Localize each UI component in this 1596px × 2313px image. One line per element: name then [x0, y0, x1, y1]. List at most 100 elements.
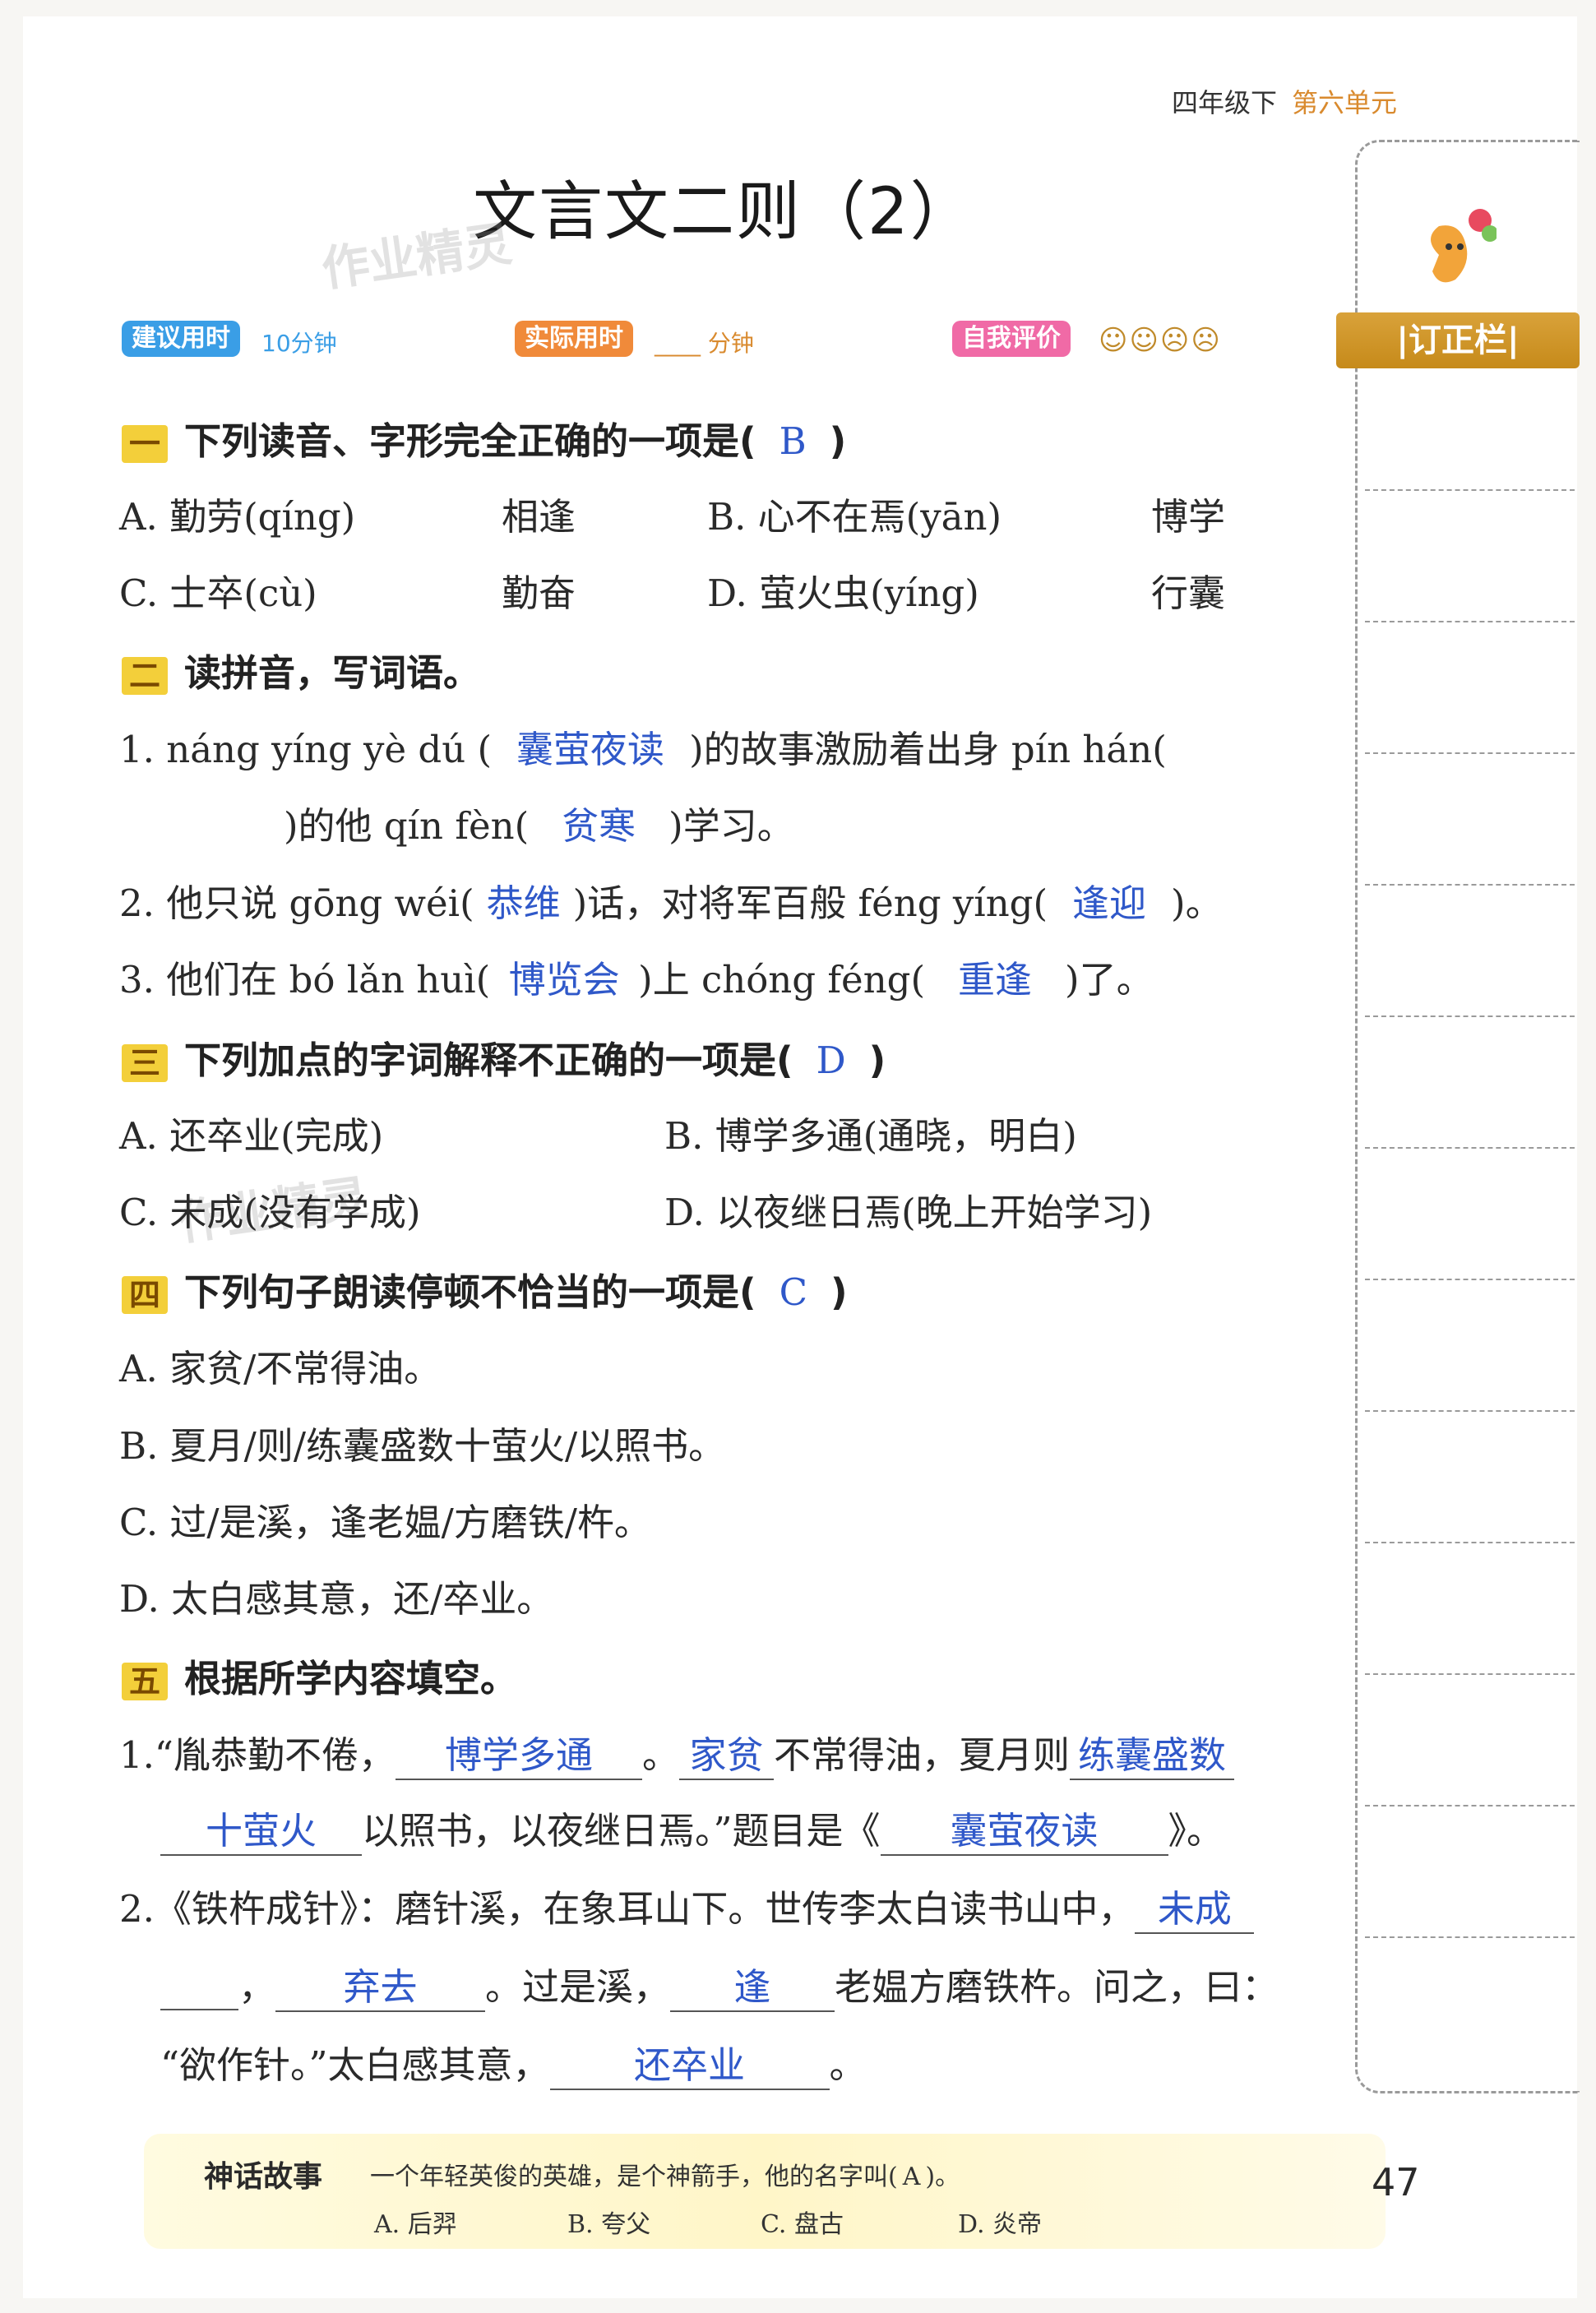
- text: 老媪方磨铁杵。问之，曰：: [835, 1965, 1279, 2009]
- correction-label: |订正栏|: [1336, 312, 1580, 368]
- divider: [1365, 1279, 1575, 1280]
- text: 1.“胤恭勤不倦，: [119, 1733, 396, 1777]
- divider: [1365, 1542, 1575, 1543]
- section-4-heading: 四下列句子朗读停顿不恰当的一项是(C): [122, 1262, 848, 1316]
- answer: 重逢: [958, 958, 1033, 1002]
- text: )了。: [1065, 958, 1154, 1002]
- answer: 恭维: [486, 881, 561, 925]
- text: )上 chóng féng(: [638, 958, 926, 1002]
- question-line: )的他 qín fèn(贫寒)学习。: [284, 796, 794, 849]
- text: 1. náng yíng yè dú (: [119, 728, 493, 771]
- text: ，: [238, 1965, 276, 2009]
- answer-blank[interactable]: 还卒业: [549, 2035, 830, 2090]
- text: )学习。: [668, 804, 794, 848]
- option-b: B. 心不在焉(yān): [707, 495, 1002, 539]
- answer-blank[interactable]: 家贫: [678, 1725, 774, 1780]
- unit-label: 第六单元: [1292, 87, 1398, 118]
- section-title: 下列句子朗读停顿不恰当的一项是(: [184, 1270, 756, 1314]
- header: 四年级下 第六单元: [1172, 82, 1397, 120]
- text: “欲作针。”太白感其意，: [160, 2043, 550, 2087]
- text: 不常得油，夏月则: [773, 1733, 1070, 1777]
- grade-label: 四年级下: [1172, 87, 1278, 118]
- answer: D: [816, 1039, 846, 1082]
- fill-line: 十萤火 以照书，以夜继日焉。”题目是《 囊萤夜读 》。: [160, 1801, 1224, 1856]
- option-d: D. 以夜继日焉(晚上开始学习): [664, 1191, 1153, 1234]
- face-icons: ☺☺☹☹: [1099, 324, 1222, 357]
- text: )。: [925, 2163, 960, 2191]
- answer-blank[interactable]: 博学多通: [395, 1725, 642, 1780]
- text: )。: [1171, 881, 1223, 925]
- page: 四年级下 第六单元 文言文二则（2） 作业精灵 作业精灵 建议用时 10分钟 实际…: [0, 0, 1596, 2313]
- answer-blank[interactable]: 弃去: [275, 1957, 486, 2012]
- footer-question: 一个年轻英俊的英雄，是个神箭手，他的名字叫(A)。: [370, 2156, 960, 2192]
- answer-blank[interactable]: 练囊盛数: [1069, 1725, 1234, 1780]
- footer-title: 神话故事: [204, 2160, 323, 2194]
- option-b: B. 夏月/则/练囊盛数十萤火/以照书。: [119, 1424, 726, 1468]
- question-line: 2. 他只说 gōng wéi( 恭维)话，对将军百般 féng yíng( 逢迎)…: [119, 873, 1223, 927]
- text: )的他 qín fèn(: [284, 804, 530, 848]
- text: 。: [641, 1733, 679, 1777]
- section-3-heading: 三下列加点的字词解释不正确的一项是(D): [122, 1030, 886, 1084]
- answer: 囊萤夜读: [516, 728, 665, 771]
- divider: [1365, 621, 1575, 622]
- text: 一个年轻英俊的英雄，是个神箭手，他的名字叫(: [370, 2163, 898, 2191]
- section-title: 根据所学内容填空。: [184, 1657, 518, 1700]
- divider: [1365, 1805, 1575, 1806]
- section-title: 下列加点的字词解释不正确的一项是(: [184, 1039, 793, 1082]
- text: )话，对将军百般 féng yíng(: [572, 881, 1048, 925]
- page-number: 47: [1372, 2160, 1420, 2204]
- answer: 博览会: [508, 958, 620, 1002]
- actual-time-value: ____ 分钟: [655, 330, 754, 357]
- time-bar: 建议用时 10分钟 实际用时 ____ 分钟 自我评价 ☺☺☹☹: [122, 321, 1256, 362]
- option-d: D. 太白感其意，还/卒业。: [119, 1577, 554, 1621]
- option-c: C. 未成(没有学成): [119, 1191, 421, 1234]
- page-title: 文言文二则（2）: [473, 175, 976, 249]
- text: )的故事激励着出身 pín hán(: [689, 728, 1167, 771]
- option-d: D. 萤火虫(yíng): [707, 571, 979, 615]
- section-title: 读拼音，写词语。: [184, 651, 481, 695]
- divider: [1365, 1673, 1575, 1675]
- option-a-word: 相逢: [502, 495, 576, 539]
- option-a: A. 家贫/不常得油。: [119, 1347, 442, 1390]
- paren: ): [830, 1270, 848, 1314]
- self-eval-label: 自我评价: [952, 321, 1071, 357]
- option-a: A. 还卒业(完成): [119, 1114, 384, 1158]
- divider: [1365, 1015, 1575, 1017]
- question-line: 1. náng yíng yè dú ( 囊萤夜读 )的故事激励着出身 pín há…: [119, 719, 1167, 773]
- footer-option-d: D. 炎帝: [958, 2210, 1043, 2239]
- divider: [1365, 752, 1575, 754]
- option-b: B. 博学多通(通晓，明白): [664, 1114, 1077, 1158]
- divider: [1365, 1147, 1575, 1149]
- answer-blank[interactable]: [160, 1965, 238, 2010]
- suggest-time-label: 建议用时: [122, 321, 240, 357]
- option-d-word: 行囊: [1151, 571, 1226, 615]
- footer-option-b: B. 夸父: [567, 2210, 651, 2239]
- squirrel-mascot-icon: [1431, 209, 1497, 283]
- answer-blank[interactable]: 囊萤夜读: [880, 1801, 1168, 1856]
- suggest-time-value: 10分钟: [261, 330, 337, 357]
- correction-column: [1355, 140, 1580, 2093]
- section-number: 三: [122, 1044, 168, 1082]
- section-2-heading: 二读拼音，写词语。: [122, 643, 480, 696]
- section-5-heading: 五根据所学内容填空。: [122, 1649, 517, 1702]
- option-c-word: 勤奋: [502, 571, 576, 615]
- option-c: C. 过/是溪，逢老媪/方磨铁/杵。: [119, 1501, 651, 1544]
- fill-line: “欲作针。”太白感其意， 还卒业。: [160, 2035, 867, 2090]
- answer: 逢迎: [1072, 881, 1147, 925]
- text: 3. 他们在 bó lǎn huì(: [119, 958, 491, 1002]
- text: 以照书，以夜继日焉。”题目是《: [362, 1809, 881, 1853]
- text: 。: [829, 2043, 867, 2087]
- section-number: 二: [122, 657, 168, 695]
- text: 2. 他只说 gōng wéi(: [119, 881, 474, 925]
- answer-blank[interactable]: 逢: [670, 1957, 835, 2012]
- divider: [1365, 489, 1575, 491]
- section-number: 四: [122, 1276, 168, 1314]
- section-title: 下列读音、字形完全正确的一项是(: [184, 419, 756, 463]
- section-number: 五: [122, 1663, 168, 1700]
- answer-blank[interactable]: 十萤火: [160, 1801, 362, 1856]
- divider: [1365, 884, 1575, 886]
- fill-line: 2.《铁杵成针》：磨针溪，在象耳山下。世传李太白读书山中， 未成: [119, 1879, 1255, 1934]
- answer-blank[interactable]: 未成: [1135, 1879, 1255, 1934]
- text: 》。: [1168, 1809, 1224, 1853]
- text: 。过是溪，: [485, 1965, 671, 2009]
